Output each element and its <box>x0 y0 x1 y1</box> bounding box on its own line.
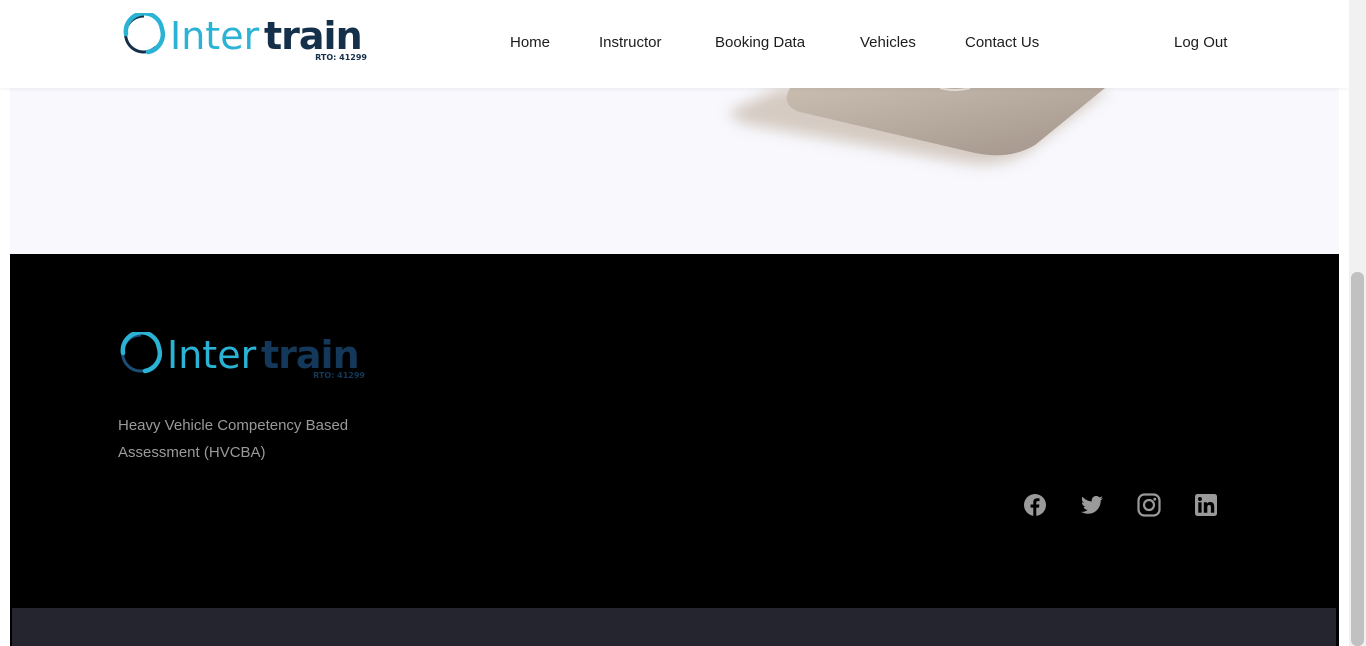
nav-booking-data[interactable]: Booking Data <box>715 34 805 51</box>
twitter-link[interactable] <box>1080 493 1104 517</box>
page-scrollbar[interactable] <box>1349 0 1366 646</box>
site-header: Inter train RTO: 41299 Home Instructor B… <box>0 0 1349 88</box>
intertrain-logo[interactable]: Inter train RTO: 41299 <box>122 13 370 63</box>
footer-bottom-bar <box>11 608 1337 646</box>
logo-rto: RTO: 41299 <box>315 53 367 62</box>
footer-logo-wordmark-light: Inter <box>167 333 257 377</box>
linkedin-icon <box>1195 494 1217 516</box>
logo-wordmark-light: Inter <box>170 14 260 58</box>
footer-bottom-edge <box>10 608 12 646</box>
scrollbar-thumb[interactable] <box>1351 272 1364 646</box>
facebook-icon <box>1024 494 1046 516</box>
instagram-link[interactable] <box>1137 493 1161 517</box>
logout-link[interactable]: Log Out <box>1174 34 1227 51</box>
footer-tagline: Heavy Vehicle Competency Based Assessmen… <box>118 417 349 461</box>
nav-home[interactable]: Home <box>510 34 550 51</box>
linkedin-link[interactable] <box>1194 493 1218 517</box>
footer-logo-rto: RTO: 41299 <box>313 371 365 380</box>
nav-vehicles[interactable]: Vehicles <box>860 34 916 51</box>
instagram-icon <box>1137 493 1161 517</box>
logo-wordmark-bold: train <box>264 14 362 58</box>
site-footer: Inter train RTO: 41299 Heavy Vehicle Com… <box>10 254 1339 608</box>
twitter-icon <box>1081 495 1103 514</box>
nav-instructor[interactable]: Instructor <box>599 34 662 51</box>
footer-logo[interactable]: Inter train RTO: 41299 <box>119 332 369 382</box>
nav-contact-us[interactable]: Contact Us <box>965 34 1039 51</box>
facebook-link[interactable] <box>1023 493 1047 517</box>
footer-bottom-edge <box>1336 608 1339 646</box>
